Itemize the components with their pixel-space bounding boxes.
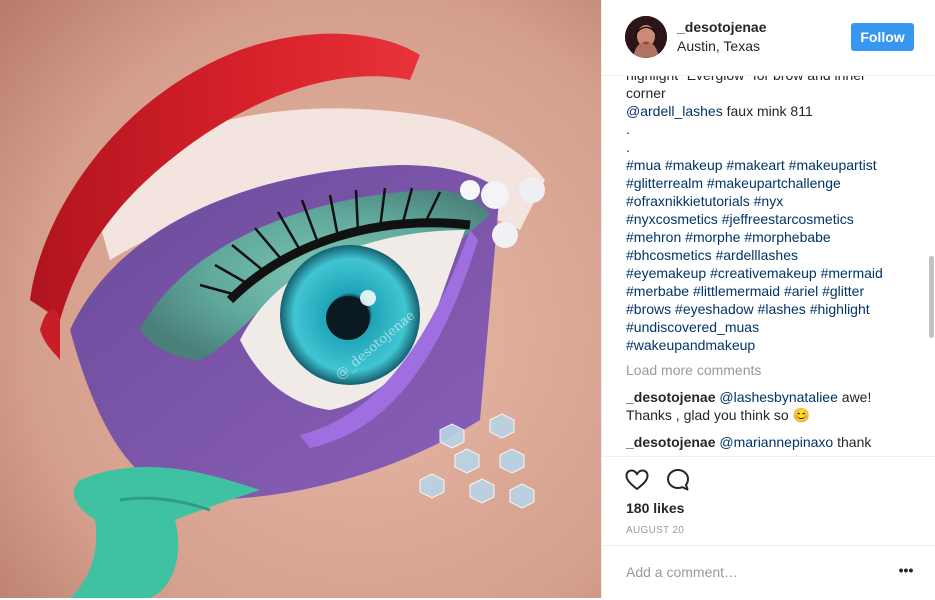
mermaid-eye-makeup-image: @_desotojenae xyxy=(0,0,601,598)
hashtag-link[interactable]: #ofraxnikkietutorials xyxy=(626,193,750,209)
caption-line: #mua #makeup #makeart #makeupartist xyxy=(626,156,916,174)
caption-line: #mehron #morphe #morphebabe xyxy=(626,228,916,246)
comment-text: thank xyxy=(837,434,872,450)
caption-text: corner xyxy=(626,85,666,101)
hashtag-link[interactable]: #makeup xyxy=(665,157,723,173)
caption-line: #undiscovered_muas xyxy=(626,318,916,336)
post-details-panel: _desotojenae Austin, Texas Follow highli… xyxy=(601,0,935,598)
like-button[interactable] xyxy=(624,467,650,493)
hashtag-link[interactable]: #merbabe xyxy=(626,283,689,299)
caption-line: . xyxy=(626,120,916,138)
comments-content: highlight “Everglow” for brow and inner c… xyxy=(626,76,916,451)
caption-line: @ardell_lashes faux mink 811 xyxy=(626,102,916,120)
comment-item: _desotojenae @mariannepinaxo thank xyxy=(626,433,916,451)
mention-link[interactable]: @ardell_lashes xyxy=(626,103,723,119)
comment-text-line-2: Thanks , glad you think so 😊 xyxy=(626,407,810,423)
caption-line: #glitterrealm #makeupartchallenge xyxy=(626,174,916,192)
avatar[interactable] xyxy=(625,16,667,58)
hashtag-link[interactable]: #brows xyxy=(626,301,671,317)
caption-line: #brows #eyeshadow #lashes #highlight xyxy=(626,300,916,318)
add-comment-input[interactable] xyxy=(626,561,886,583)
caption-line: #ofraxnikkietutorials #nyx xyxy=(626,192,916,210)
comment-bubble-icon xyxy=(667,469,689,491)
hashtag-link[interactable]: #nyxcosmetics xyxy=(626,211,718,227)
hashtag-link[interactable]: #morphebabe xyxy=(744,229,830,245)
hashtag-link[interactable]: #eyemakeup xyxy=(626,265,706,281)
hashtag-link[interactable]: #glitter xyxy=(822,283,864,299)
hashtag-link[interactable]: #littlemermaid xyxy=(693,283,780,299)
comments-scrollbar[interactable] xyxy=(927,152,935,456)
caption-line: highlight “Everglow” for brow and inner xyxy=(626,76,916,84)
caption-line: #wakeupandmakeup xyxy=(626,336,916,354)
avatar-image xyxy=(625,16,667,58)
follow-button[interactable]: Follow xyxy=(851,23,914,51)
post-username[interactable]: _desotojenae xyxy=(677,19,766,35)
comment-button[interactable] xyxy=(665,467,691,493)
comment-text: awe! xyxy=(841,389,872,405)
add-comment-section: ••• xyxy=(602,545,935,600)
comments-list[interactable]: highlight “Everglow” for brow and inner c… xyxy=(602,76,935,456)
hashtag-link[interactable]: #undiscovered_muas xyxy=(626,319,759,335)
hashtag-link[interactable]: #mua xyxy=(626,157,661,173)
caption-text: . xyxy=(626,139,630,155)
hashtag-link[interactable]: #ariel xyxy=(784,283,818,299)
hashtag-link[interactable]: #makeupartchallenge xyxy=(707,175,841,191)
heart-icon xyxy=(625,469,649,491)
hashtag-link[interactable]: #eyeshadow xyxy=(675,301,754,317)
post-caption: highlight “Everglow” for brow and inner c… xyxy=(626,76,916,354)
hashtag-link[interactable]: #nyx xyxy=(754,193,784,209)
hashtag-link[interactable]: #jeffreestarcosmetics xyxy=(722,211,854,227)
hashtag-link[interactable]: #creativemakeup xyxy=(710,265,817,281)
likes-count[interactable]: 180 likes xyxy=(626,500,684,516)
caption-text: highlight “Everglow” for brow and inner xyxy=(626,76,866,83)
caption-line: #bhcosmetics #ardelllashes xyxy=(626,246,916,264)
caption-text: . xyxy=(626,121,630,137)
hashtag-link[interactable]: #makeart xyxy=(726,157,784,173)
comment-username[interactable]: _desotojenae xyxy=(626,434,715,450)
hashtag-link[interactable]: #highlight xyxy=(810,301,870,317)
scrollbar-thumb[interactable] xyxy=(929,256,934,338)
hashtag-link[interactable]: #wakeupandmakeup xyxy=(626,337,755,353)
hashtag-link[interactable]: #mermaid xyxy=(821,265,883,281)
comment-mention[interactable]: @lashesbynataliee xyxy=(719,389,838,405)
comment-mention[interactable]: @mariannepinaxo xyxy=(719,434,833,450)
hashtag-link[interactable]: #ardelllashes xyxy=(715,247,798,263)
hashtag-link[interactable]: #bhcosmetics xyxy=(626,247,712,263)
hashtag-link[interactable]: #mehron xyxy=(626,229,681,245)
post-photo[interactable]: @_desotojenae xyxy=(0,0,601,598)
load-more-comments-link[interactable]: Load more comments xyxy=(626,361,916,379)
more-options-button[interactable]: ••• xyxy=(896,562,916,582)
caption-line: . xyxy=(626,138,916,156)
hashtag-link[interactable]: #makeupartist xyxy=(789,157,877,173)
caption-line: corner xyxy=(626,84,916,102)
instagram-post: @_desotojenae _desotojenae Austin, Texas… xyxy=(0,0,935,598)
caption-line: #eyemakeup #creativemakeup #mermaid xyxy=(626,264,916,282)
hashtag-link[interactable]: #morphe xyxy=(685,229,740,245)
comment-username[interactable]: _desotojenae xyxy=(626,389,715,405)
hashtag-link[interactable]: #lashes xyxy=(758,301,806,317)
comment-item: _desotojenae @lashesbynataliee awe! Than… xyxy=(626,388,916,424)
caption-text: faux mink 811 xyxy=(722,103,813,119)
post-actions: 180 likes AUGUST 20 ••• xyxy=(602,456,935,599)
post-location[interactable]: Austin, Texas xyxy=(677,38,760,54)
caption-line: #nyxcosmetics #jeffreestarcosmetics xyxy=(626,210,916,228)
caption-line: #merbabe #littlemermaid #ariel #glitter xyxy=(626,282,916,300)
hashtag-link[interactable]: #glitterrealm xyxy=(626,175,703,191)
post-date[interactable]: AUGUST 20 xyxy=(626,525,684,536)
post-header: _desotojenae Austin, Texas Follow xyxy=(602,0,935,76)
